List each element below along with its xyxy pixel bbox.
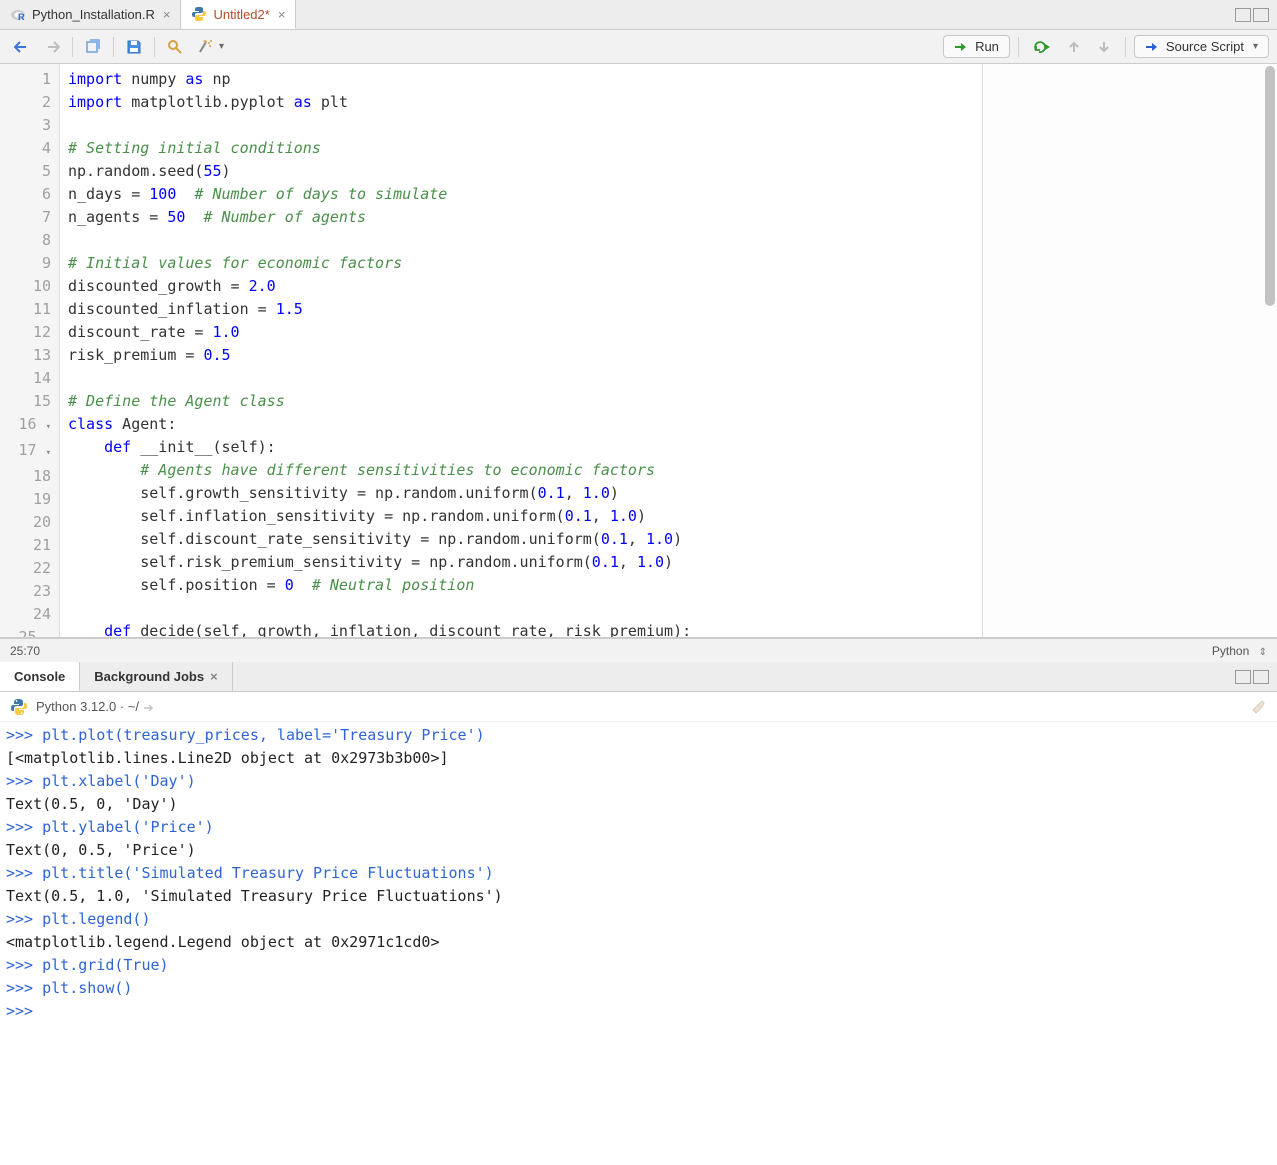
console-tab-label: Background Jobs (94, 669, 204, 684)
minimize-pane-icon[interactable] (1235, 8, 1251, 22)
scrollbar-thumb[interactable] (1265, 66, 1275, 306)
rerun-button[interactable] (1027, 37, 1057, 57)
console-info: Python 3.12.0 · ~/ (36, 699, 155, 714)
line-gutter: 12345678910111213141516 ▾17 ▾18192021222… (0, 64, 60, 637)
maximize-console-icon[interactable] (1253, 670, 1269, 684)
console-pane-controls (1235, 670, 1269, 684)
code-tools-button[interactable]: ▾ (191, 36, 230, 58)
language-selector[interactable]: Python ⇕ (1212, 644, 1267, 658)
find-button[interactable] (161, 36, 189, 58)
forward-button[interactable] (38, 37, 66, 57)
go-up-button[interactable] (1061, 37, 1087, 57)
console-tab-label: Console (14, 669, 65, 684)
editor-status-bar: 25:70 Python ⇕ (0, 638, 1277, 662)
clear-console-button[interactable] (1249, 698, 1267, 716)
overview-ruler (982, 64, 1277, 637)
editor-tab[interactable]: Untitled2* × (181, 0, 296, 29)
close-tab-icon[interactable]: × (278, 7, 286, 22)
tab-label: Untitled2* (213, 7, 269, 22)
console-tab[interactable]: Background Jobs × (80, 662, 232, 691)
close-tab-icon[interactable]: × (163, 7, 171, 22)
python-icon (10, 698, 28, 716)
editor-tab-bar: R Python_Installation.R × Untitled2* × (0, 0, 1277, 30)
run-label: Run (975, 39, 999, 54)
go-down-button[interactable] (1091, 37, 1117, 57)
run-button[interactable]: Run (943, 35, 1010, 58)
save-button[interactable] (120, 36, 148, 58)
source-icon (1145, 41, 1161, 53)
console-path-arrow-icon (143, 703, 155, 713)
svg-text:R: R (18, 12, 25, 22)
source-label: Source Script (1166, 39, 1244, 54)
close-tab-icon[interactable]: × (210, 669, 218, 684)
pane-window-controls (1235, 8, 1269, 22)
run-icon (954, 41, 970, 53)
minimize-console-icon[interactable] (1235, 670, 1251, 684)
maximize-pane-icon[interactable] (1253, 8, 1269, 22)
console-output[interactable]: >>> plt.plot(treasury_prices, label='Tre… (0, 722, 1277, 1165)
tab-label: Python_Installation.R (32, 7, 155, 22)
back-button[interactable] (8, 37, 36, 57)
console-tab[interactable]: Console (0, 662, 80, 691)
console-header: Python 3.12.0 · ~/ (0, 692, 1277, 722)
file-type-icon (191, 6, 207, 22)
editor-tab[interactable]: R Python_Installation.R × (0, 0, 181, 29)
code-area[interactable]: import numpy as npimport matplotlib.pypl… (60, 64, 982, 637)
code-editor[interactable]: 12345678910111213141516 ▾17 ▾18192021222… (0, 64, 1277, 638)
console-tab-bar: Console Background Jobs × (0, 662, 1277, 692)
source-script-button[interactable]: Source Script ▾ (1134, 35, 1269, 58)
show-in-new-window-button[interactable] (79, 36, 107, 58)
file-type-icon: R (10, 7, 26, 23)
editor-toolbar: ▾ Run Source Script ▾ (0, 30, 1277, 64)
cursor-position: 25:70 (10, 644, 40, 658)
